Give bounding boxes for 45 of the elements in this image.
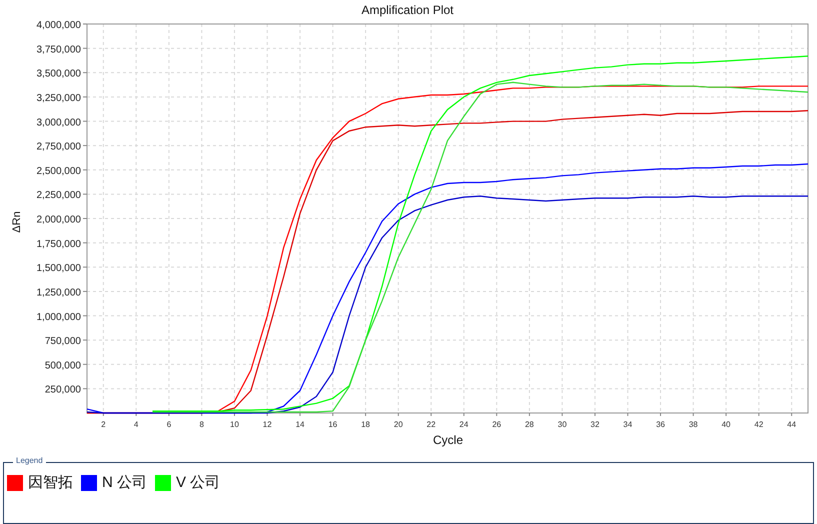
x-tick-label: 18 [361, 420, 370, 429]
chart-title: Amplification Plot [361, 3, 454, 17]
x-tick-label: 6 [166, 420, 172, 429]
y-tick-label: 3,750,000 [36, 44, 81, 56]
x-tick-label: 38 [688, 420, 698, 429]
y-tick-label: 3,000,000 [36, 117, 81, 128]
legend-label: N 公司 [102, 473, 147, 492]
legend-label: V 公司 [176, 473, 220, 492]
x-tick-label: 26 [492, 420, 502, 429]
y-tick-label: 4,000,000 [36, 20, 81, 31]
x-tick-label: 10 [230, 420, 239, 429]
x-tick-label: 28 [524, 420, 534, 429]
x-tick-label: 36 [656, 420, 665, 429]
legend-label: 因智拓 [28, 473, 73, 492]
y-tick-label: 1,500,000 [36, 263, 81, 274]
y-tick-label: 3,250,000 [36, 92, 81, 104]
y-tick-label: 1,000,000 [36, 312, 81, 323]
x-tick-label: 30 [558, 420, 567, 429]
x-tick-label: 20 [394, 420, 403, 429]
y-axis-title: ΔRn [11, 211, 23, 233]
y-tick-label: 1,750,000 [36, 238, 81, 250]
x-tick-label: 42 [754, 420, 764, 429]
y-tick-label: 3,500,000 [36, 68, 81, 80]
x-tick-label: 2 [101, 420, 106, 429]
y-tick-label: 2,250,000 [36, 190, 81, 202]
x-tick-label: 8 [199, 420, 204, 429]
legend-title: Legend [13, 456, 46, 465]
x-tick-label: 44 [787, 420, 796, 429]
y-tick-label: 750,000 [44, 336, 81, 348]
x-tick-label: 12 [262, 420, 272, 429]
x-tick-label: 40 [722, 420, 731, 429]
y-tick-label: 2,000,000 [36, 214, 81, 226]
y-tick-label: 500,000 [44, 360, 81, 372]
x-axis-title: Cycle [433, 433, 463, 447]
x-tick-label: 14 [296, 420, 304, 429]
y-tick-label: 2,750,000 [36, 142, 81, 153]
x-tick-label: 16 [328, 420, 338, 429]
y-tick-label: 250,000 [44, 384, 81, 396]
y-tick-label: 2,500,000 [36, 166, 81, 177]
x-tick-label: 34 [623, 420, 632, 429]
x-tick-label: 4 [134, 420, 138, 429]
x-tick-label: 24 [459, 420, 468, 429]
y-tick-label: 1,250,000 [36, 287, 81, 298]
x-tick-label: 22 [426, 420, 436, 429]
x-tick-label: 32 [590, 420, 600, 429]
